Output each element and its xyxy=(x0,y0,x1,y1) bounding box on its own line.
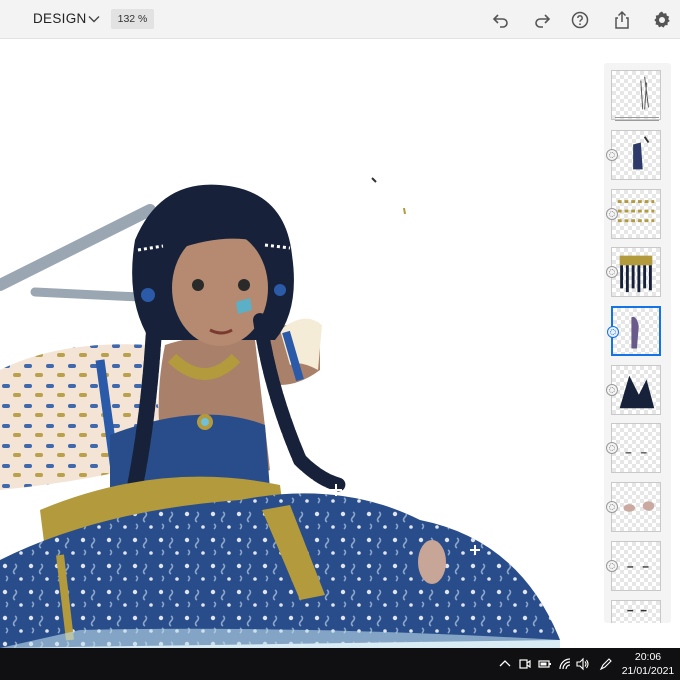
layers-panel xyxy=(604,63,671,623)
windows-taskbar: 20:06 21/01/2021 xyxy=(0,648,680,680)
layer-thumbnail[interactable] xyxy=(606,130,661,180)
layer-group-divider xyxy=(615,117,659,122)
help-icon[interactable] xyxy=(570,10,590,30)
layer-thumbnail-selected[interactable] xyxy=(607,306,661,356)
layer-thumbnail[interactable] xyxy=(606,423,661,473)
clock-date: 21/01/2021 xyxy=(621,665,675,677)
share-icon[interactable] xyxy=(612,10,632,30)
system-clock[interactable]: 20:06 21/01/2021 xyxy=(618,650,678,678)
app-toolbar: DESIGN 132 % xyxy=(0,0,680,39)
layer-thumbnail[interactable] xyxy=(606,482,661,532)
redo-icon[interactable] xyxy=(532,10,552,30)
layer-thumbnail[interactable] xyxy=(606,247,661,297)
layer-thumbnail[interactable] xyxy=(606,365,661,415)
layer-thumbnail[interactable] xyxy=(611,600,661,623)
drawing-canvas[interactable] xyxy=(0,40,680,648)
layer-thumbnail[interactable] xyxy=(606,541,661,591)
wifi-icon[interactable] xyxy=(558,657,572,671)
chevron-up-icon[interactable] xyxy=(498,657,512,671)
artwork-illustration xyxy=(0,177,560,648)
layer-thumbnail[interactable] xyxy=(606,189,661,239)
zoom-level[interactable]: 132 % xyxy=(111,9,154,29)
layer-thumbnail[interactable] xyxy=(611,70,661,120)
meet-now-icon[interactable] xyxy=(518,657,532,671)
gear-icon[interactable] xyxy=(652,10,672,30)
pen-icon[interactable] xyxy=(599,657,613,671)
chevron-down-icon[interactable] xyxy=(87,12,101,26)
undo-icon[interactable] xyxy=(491,10,511,30)
battery-icon[interactable] xyxy=(538,657,552,671)
volume-icon[interactable] xyxy=(576,657,590,671)
clock-time: 20:06 xyxy=(634,651,662,663)
document-title[interactable]: DESIGN xyxy=(33,11,87,26)
